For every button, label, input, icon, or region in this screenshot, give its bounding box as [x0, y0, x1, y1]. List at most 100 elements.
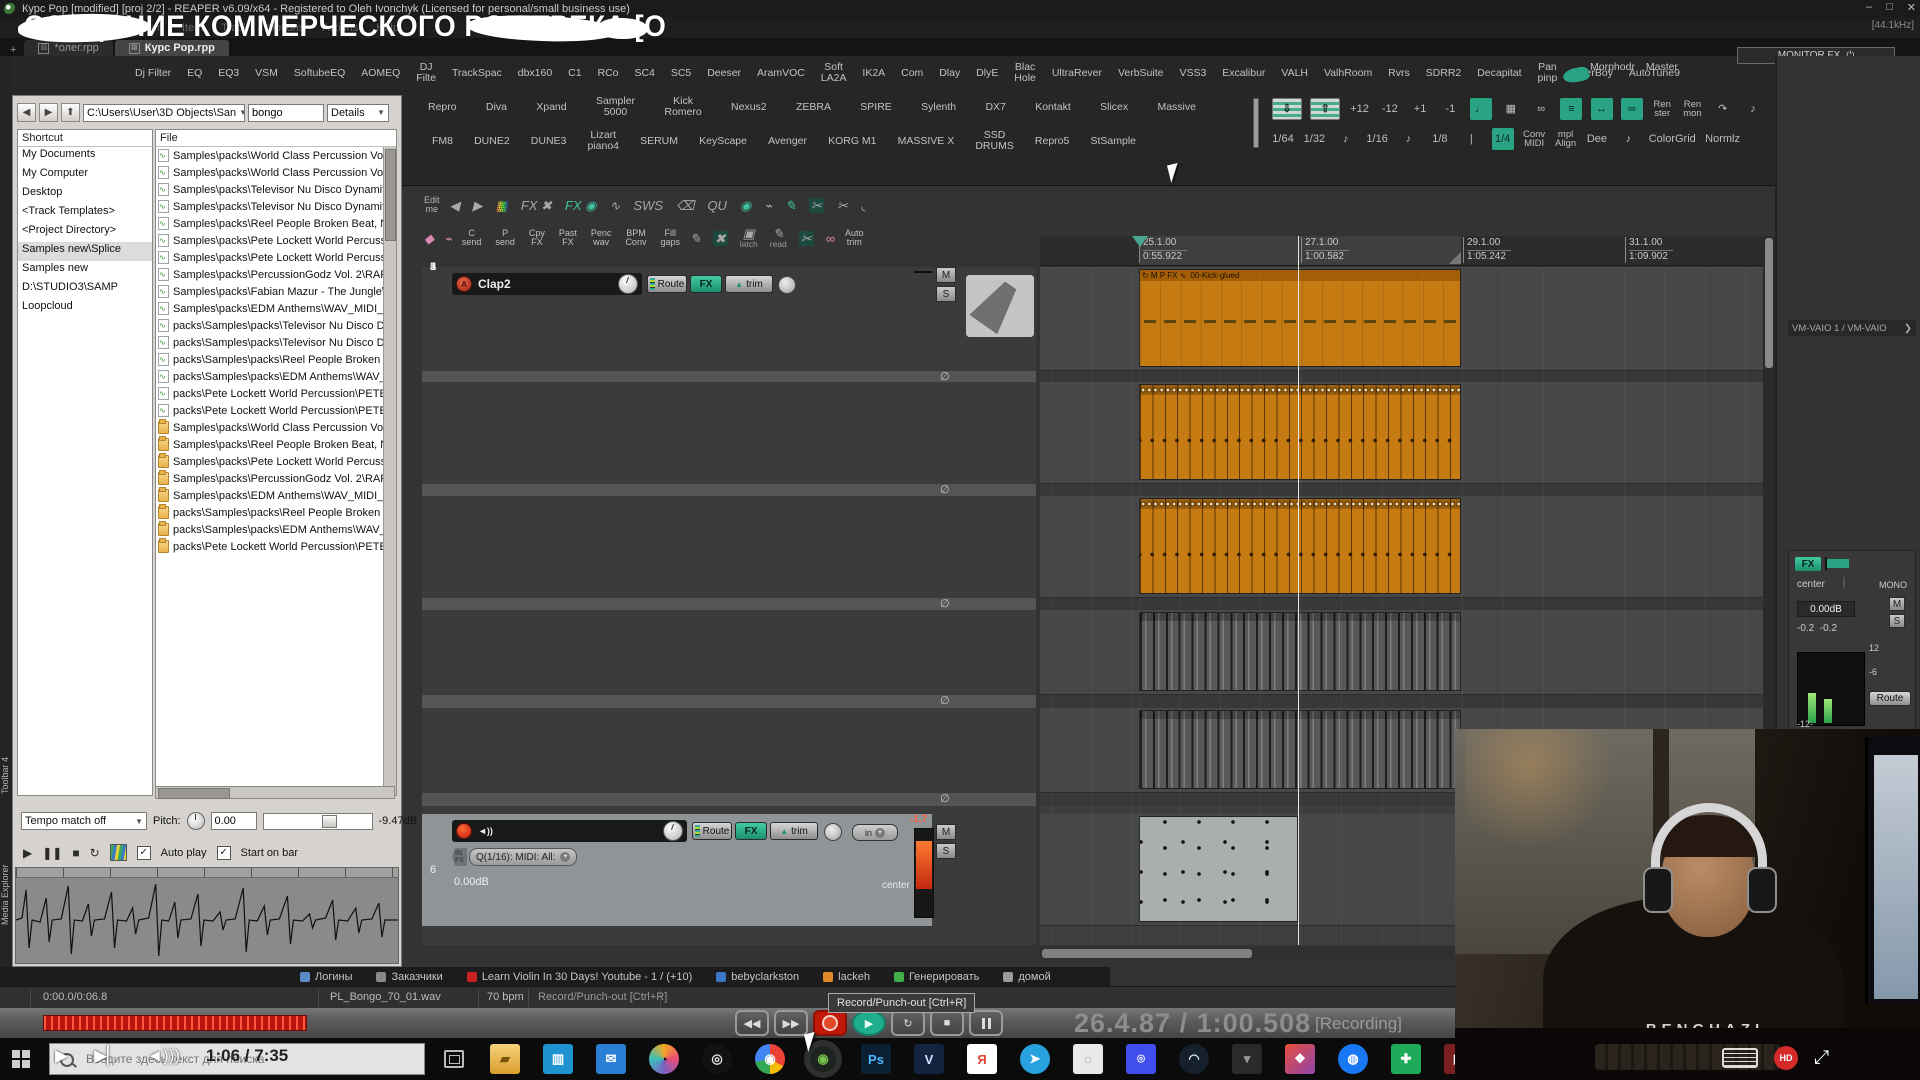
grid-division-button[interactable]: 1/64: [1272, 128, 1294, 150]
file-row[interactable]: Samples\packs\Televisor Nu Disco Dynamit…: [156, 198, 396, 215]
plugin-button[interactable]: Sampler 5000: [596, 96, 635, 118]
plugin-button[interactable]: SPIRE: [860, 102, 892, 113]
path-dropdown[interactable]: C:\Users\User\3D Objects\San▼: [83, 104, 245, 122]
file-row[interactable]: packs\Pete Lockett World Percussion\PETE…: [156, 385, 396, 402]
app-14[interactable]: ◠: [1179, 1044, 1209, 1074]
toolbar-icon[interactable]: ⇩: [1272, 98, 1302, 120]
track-name[interactable]: Clap2: [478, 277, 612, 291]
solo-button[interactable]: S: [1889, 614, 1905, 628]
vegas[interactable]: V: [914, 1044, 944, 1074]
file-row[interactable]: packs\Pete Lockett World Percussion\PETE…: [156, 402, 396, 419]
color-swatch-icon[interactable]: ▦: [496, 199, 508, 212]
file-row[interactable]: Samples\packs\Reel People Broken Beat, N…: [156, 215, 396, 232]
file-row[interactable]: Samples\packs\World Class Percussion Vol…: [156, 419, 396, 436]
timeline-ruler[interactable]: 25.1.000:55.922 27.1.001:00.582 29.1.001…: [1040, 236, 1775, 266]
plugin-button[interactable]: Sylenth: [921, 102, 956, 113]
io-device-row[interactable]: VM-VAIO 1 / VM-VAIO❯: [1788, 320, 1916, 336]
arrange-hscrollbar[interactable]: [1040, 947, 1460, 960]
plugin-button[interactable]: ValhRoom: [1324, 68, 1372, 79]
toolbar-icon[interactable]: ↷: [1712, 98, 1734, 120]
plugin-button[interactable]: StSample: [1090, 136, 1136, 147]
file-row[interactable]: Samples\packs\Fabian Mazur - The Jungle\…: [156, 283, 396, 300]
plugin-button[interactable]: Kontakt: [1035, 102, 1071, 113]
bookmark-item[interactable]: Логины: [300, 971, 352, 983]
plugin-button[interactable]: VALH: [1281, 68, 1308, 79]
file-row[interactable]: Samples\packs\World Class Percussion Vol…: [156, 164, 396, 181]
bookmark-item[interactable]: bebyclarkston: [716, 971, 799, 983]
plugin-button[interactable]: Blac Hole: [1014, 62, 1036, 84]
track-lane[interactable]: [1040, 496, 1775, 598]
bookmark-item[interactable]: lackeh: [823, 971, 870, 983]
plugin-button[interactable]: KORG M1: [828, 136, 876, 147]
draw-icon[interactable]: ✎: [690, 232, 701, 245]
rate-color-icon[interactable]: [110, 844, 127, 861]
edit-cursor-marker[interactable]: [1132, 236, 1148, 247]
file-row[interactable]: Samples\packs\EDM Anthems\WAV_MIDI_Pr: [156, 300, 396, 317]
plugin-button[interactable]: FM8: [432, 136, 453, 147]
toolbar-icon[interactable]: ∞: [1530, 98, 1552, 120]
plugin-button[interactable]: Xpand: [536, 102, 566, 113]
grid-division-button[interactable]: mpl Align: [1555, 128, 1577, 150]
razor-icon[interactable]: ✂: [809, 198, 824, 213]
fullscreen-icon[interactable]: ⤢: [1814, 1047, 1829, 1069]
edit-action-button[interactable]: Past FX: [559, 229, 577, 248]
shortcut-item[interactable]: Loopcloud: [18, 299, 152, 318]
audio-clips-clap1[interactable]: [1139, 612, 1461, 691]
fx-show-icon[interactable]: FX ◉: [565, 199, 597, 212]
toolbar-icon[interactable]: +12: [1349, 98, 1371, 120]
app-13[interactable]: ⌾: [1126, 1044, 1156, 1074]
solo-button[interactable]: S: [936, 843, 956, 859]
plugin-button[interactable]: SoftubeEQ: [294, 68, 345, 79]
plugin-button[interactable]: Nexus2: [731, 102, 767, 113]
edit-me-label[interactable]: Edit me: [424, 196, 440, 215]
plugin-button[interactable]: Lizart piano4: [587, 130, 619, 152]
phase-icon[interactable]: ∅: [940, 694, 950, 707]
plugin-button[interactable]: Massive: [1157, 102, 1196, 113]
file-pane-hscrollbar[interactable]: [155, 786, 395, 799]
transport-time-display[interactable]: 26.4.87 / 1:00.508: [1074, 1008, 1311, 1039]
plugin-button[interactable]: SC4: [634, 68, 654, 79]
toolbar-icon[interactable]: ≡: [1560, 98, 1582, 120]
trim-button[interactable]: ▲trim: [725, 275, 773, 293]
mute-button[interactable]: M: [936, 824, 956, 840]
app-12[interactable]: ◌: [1073, 1044, 1103, 1074]
plugin-button[interactable]: IK2A: [862, 68, 885, 79]
file-row[interactable]: Samples\packs\Pete Lockett World Percuss…: [156, 249, 396, 266]
route-button[interactable]: Route: [1869, 691, 1911, 706]
toolbar-icon[interactable]: ↔: [1591, 98, 1613, 120]
split-items-icon[interactable]: ✂: [799, 231, 814, 246]
edit-action-button[interactable]: Cpy FX: [529, 229, 545, 248]
view-mode-dropdown[interactable]: Details▼: [327, 104, 389, 122]
track-lane[interactable]: [1040, 382, 1775, 484]
yandex[interactable]: Я: [967, 1044, 997, 1074]
plugin-button[interactable]: KeyScape: [699, 136, 747, 147]
auto-trim-button[interactable]: Auto trim: [845, 229, 864, 248]
video-volume-icon[interactable]: ◄))): [146, 1046, 180, 1066]
plugin-button[interactable]: SERUM: [640, 136, 678, 147]
shortcut-column-header[interactable]: Shortcut: [18, 130, 152, 147]
shortcut-item[interactable]: Desktop: [18, 185, 152, 204]
pitch-knob[interactable]: [187, 812, 205, 830]
pencil-icon[interactable]: ✎: [785, 199, 796, 212]
video-play-icon[interactable]: ▶: [55, 1046, 68, 1066]
phase-icon[interactable]: ∅: [940, 483, 950, 496]
midi-recording-clip[interactable]: [1139, 816, 1298, 922]
toolbar-icon[interactable]: ∞: [1621, 98, 1643, 120]
go-to-start-button[interactable]: ◀◀: [735, 1010, 769, 1036]
file-column-header[interactable]: File: [156, 130, 396, 147]
route-button[interactable]: Route: [692, 822, 732, 840]
track-separator[interactable]: ∅: [422, 695, 1036, 708]
trash-icon[interactable]: ⌫: [676, 199, 694, 212]
preview-play-button[interactable]: ▶: [23, 846, 32, 860]
plugin-button[interactable]: Repro: [428, 102, 457, 113]
up-folder-button[interactable]: ⬆: [61, 103, 80, 122]
play-button[interactable]: ▶: [852, 1010, 886, 1036]
shortcut-item[interactable]: <Track Templates>: [18, 204, 152, 223]
track-separator[interactable]: ∅: [422, 793, 1036, 806]
solo-button[interactable]: S: [936, 286, 956, 302]
plugin-button[interactable]: Excalibur: [1222, 68, 1265, 79]
record-button[interactable]: [813, 1010, 847, 1036]
plugin-button[interactable]: DlyE: [976, 68, 998, 79]
plugin-button[interactable]: VSM: [255, 68, 278, 79]
input-fx-tag[interactable]: IN FX: [452, 848, 467, 866]
